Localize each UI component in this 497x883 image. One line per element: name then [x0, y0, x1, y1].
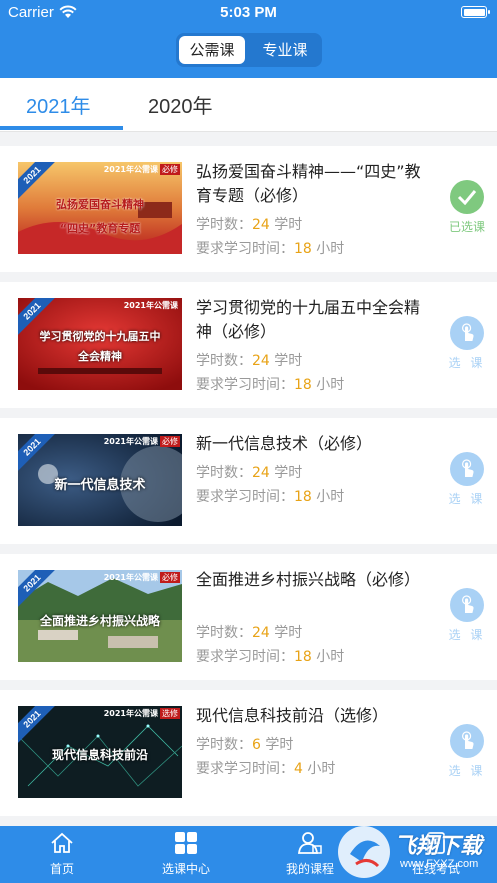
- select-label: 选 课: [448, 628, 486, 642]
- watermark-text: 飞翔下载: [394, 834, 483, 859]
- thumb-subtitle: “四史”教育专题: [59, 222, 141, 235]
- tab-my-courses-label: 我的课程: [285, 862, 334, 876]
- year-tabs: 2021年 2020年: [0, 78, 497, 132]
- select-label: 选 课: [448, 492, 486, 506]
- thumb-tag: 2021年公需课: [103, 573, 158, 582]
- tab-2020[interactable]: 2020年: [148, 90, 213, 119]
- watermark-url: www.FXXZ.com: [400, 858, 479, 870]
- course-hours: 学时数：24 学时: [196, 465, 303, 481]
- course-card[interactable]: 2021 2021年公需课 必修 新一代信息技术 新一代信息技术（必修） 学时数…: [0, 418, 497, 544]
- clock: 5:03 PM: [220, 4, 277, 21]
- segment-public-course[interactable]: 公需课: [179, 36, 245, 64]
- status-bar: Carrier 5:03 PM: [0, 0, 497, 26]
- thumb-tag: 2021年公需课: [123, 301, 178, 310]
- course-hours: 学时数：24 学时: [196, 217, 303, 233]
- course-title: 新一代信息技术（必修）: [196, 434, 373, 453]
- thumb-title: 新一代信息技术: [54, 478, 146, 493]
- course-study-time: 要求学习时间：18 小时: [196, 377, 345, 393]
- thumb-tag: 2021年公需课: [103, 165, 158, 174]
- course-title: 全面推进乡村振兴战略（必修）: [196, 570, 421, 589]
- segment-professional-course[interactable]: 专业课: [250, 36, 320, 64]
- active-tab-indicator: [0, 126, 123, 130]
- thumb-tag: 2021年公需课: [103, 709, 158, 718]
- thumb-tag: 2021年公需课: [103, 437, 158, 446]
- tap-hand-icon: [450, 452, 484, 486]
- course-title: 弘扬爱国奋斗精神——“四史”教育专题（必修）: [196, 162, 421, 205]
- tap-hand-icon: [450, 316, 484, 350]
- course-study-time: 要求学习时间：18 小时: [196, 241, 345, 257]
- course-selected-status: 已选课: [443, 180, 491, 235]
- app-header: Carrier 5:03 PM 公需课 专业课: [0, 0, 497, 78]
- battery-icon: [461, 6, 490, 18]
- tab-course-center-label: 选课中心: [161, 862, 210, 876]
- course-type-segment: 公需课 专业课: [176, 33, 322, 67]
- course-study-time: 要求学习时间：4 小时: [196, 761, 336, 777]
- thumb-kind: 必修: [160, 164, 180, 175]
- course-thumbnail: 2021 2021年公需课 选修 现代信息科技前沿: [18, 706, 182, 798]
- select-course-button[interactable]: 选 课: [443, 316, 491, 371]
- thumb-kind: 必修: [160, 572, 180, 583]
- course-card[interactable]: 2021 2021年公需课 学习贯彻党的十九届五中 全会精神 学习贯彻党的十九届…: [0, 282, 497, 408]
- tab-home-label: 首页: [49, 862, 74, 876]
- course-hours: 学时数：24 学时: [196, 353, 303, 369]
- select-course-button[interactable]: 选 课: [443, 452, 491, 507]
- thumb-title: 全面推进乡村振兴战略: [39, 614, 160, 628]
- select-course-button[interactable]: 选 课: [443, 588, 491, 643]
- course-hours: 学时数：24 学时: [196, 625, 303, 641]
- tap-hand-icon: [450, 588, 484, 622]
- thumb-title: 学习贯彻党的十九届五中: [39, 330, 161, 343]
- home-icon: [51, 832, 73, 853]
- thumb-kind: 必修: [160, 436, 180, 447]
- course-thumbnail: 2021 2021年公需课 必修 全面推进乡村振兴战略: [18, 570, 182, 662]
- select-label: 选 课: [448, 356, 486, 370]
- thumb-title: 弘扬爱国奋斗精神: [56, 198, 144, 211]
- thumb-kind: 选修: [160, 708, 180, 719]
- select-course-button[interactable]: 选 课: [443, 724, 491, 779]
- course-study-time: 要求学习时间：18 小时: [196, 649, 345, 665]
- tab-home[interactable]: 首页: [22, 832, 102, 877]
- thumb-subtitle: 全会精神: [78, 350, 122, 363]
- course-title: 现代信息科技前沿（选修）: [196, 706, 389, 725]
- tab-course-center[interactable]: 选课中心: [146, 832, 226, 877]
- user-icon: [298, 832, 322, 854]
- tab-2021[interactable]: 2021年: [26, 90, 91, 119]
- course-card[interactable]: 2021 2021年公需课 必修 弘扬爱国奋斗精神 “四史”教育专题 弘扬爱国奋…: [0, 146, 497, 272]
- grid-icon: [175, 832, 197, 854]
- thumb-title: 现代信息科技前沿: [51, 748, 148, 762]
- check-icon: [450, 180, 484, 214]
- course-card[interactable]: 2021 2021年公需课 必修 全面推进乡村振兴战略 全面推进乡村振兴战略（必…: [0, 554, 497, 680]
- course-study-time: 要求学习时间：18 小时: [196, 489, 345, 505]
- course-hours: 学时数：6 学时: [196, 737, 294, 753]
- course-thumbnail: 2021 2021年公需课 必修 新一代信息技术: [18, 434, 182, 526]
- watermark-logo: 飞翔下载 www.FXXZ.com: [334, 822, 494, 883]
- course-card[interactable]: 2021 2021年公需课 选修 现代信息科技前沿 现代信息科技前沿（选修） 学…: [0, 690, 497, 816]
- selected-label: 已选课: [448, 220, 485, 234]
- select-label: 选 课: [448, 764, 486, 778]
- course-thumbnail: 2021 2021年公需课 学习贯彻党的十九届五中 全会精神: [18, 298, 182, 390]
- tap-hand-icon: [450, 724, 484, 758]
- course-title: 学习贯彻党的十九届五中全会精神（必修）: [196, 298, 421, 341]
- course-thumbnail: 2021 2021年公需课 必修 弘扬爱国奋斗精神 “四史”教育专题: [18, 162, 182, 254]
